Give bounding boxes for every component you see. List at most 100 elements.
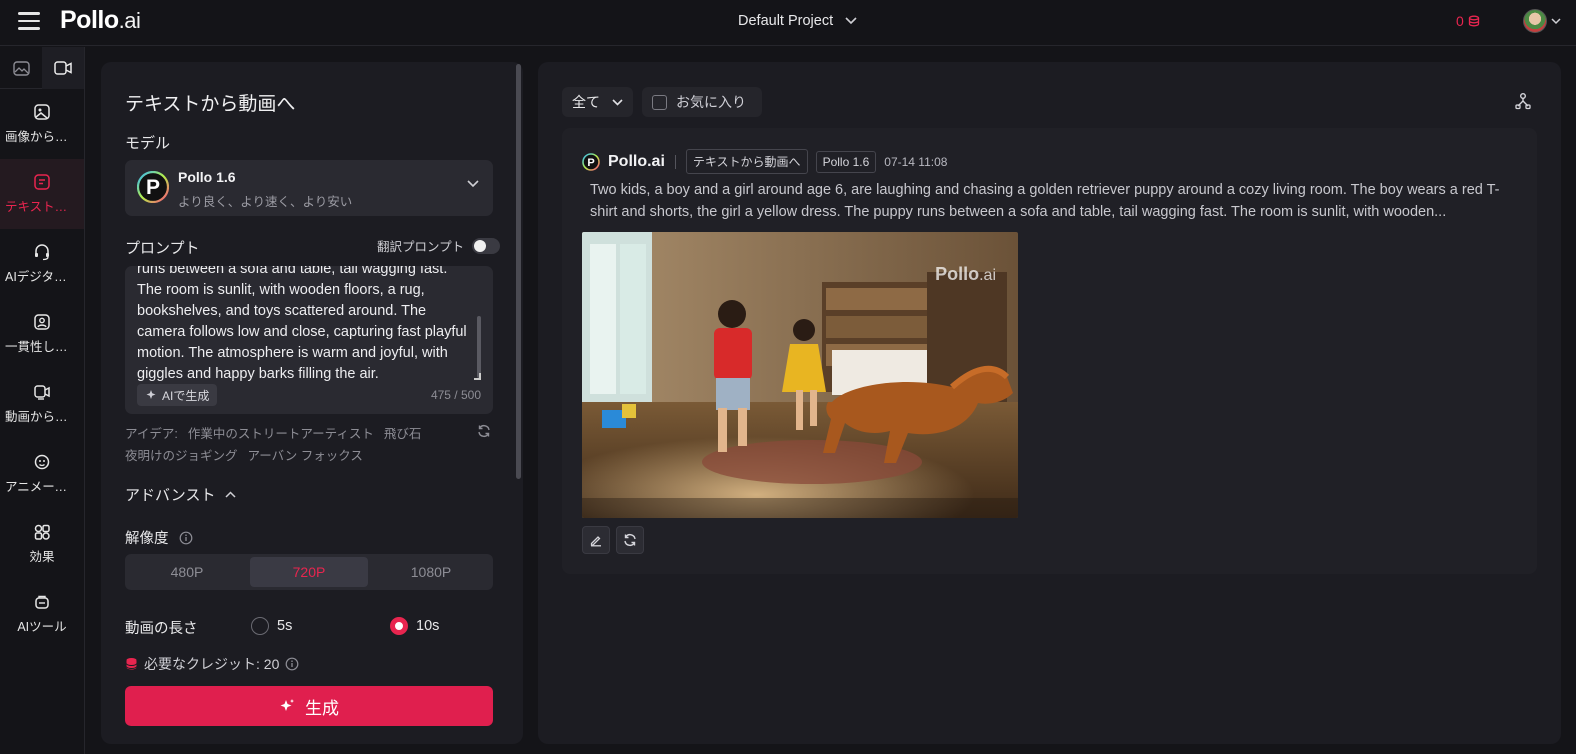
tab-video[interactable] xyxy=(42,47,84,89)
filter-dropdown[interactable]: 全て xyxy=(562,87,633,117)
app-logo[interactable]: Pollo.ai xyxy=(60,6,141,35)
watermark: Pollo.ai xyxy=(935,264,996,285)
translate-toggle[interactable] xyxy=(472,237,501,254)
coin-icon xyxy=(1468,15,1479,27)
sidebar-item-digital-human[interactable]: AIデジタルヒューマン xyxy=(0,229,84,299)
avatar xyxy=(1523,9,1547,33)
sidebar-item-label: 一貫性した動画 xyxy=(5,340,79,354)
card-brand: Pollo.ai xyxy=(608,152,665,170)
resolution-1080p[interactable]: 1080P xyxy=(372,557,490,587)
watermark-text: Pollo xyxy=(935,264,980,284)
duration-10s-radio[interactable]: 10s xyxy=(390,617,439,635)
sidebar-item-consistent-video[interactable]: 一貫性した動画 xyxy=(0,299,84,369)
info-icon[interactable] xyxy=(179,531,193,545)
chevron-down-icon xyxy=(612,98,623,106)
project-selector[interactable]: Default Project xyxy=(738,13,857,29)
idea-chip[interactable]: 作業中のストリートアーティスト xyxy=(188,427,374,441)
model-selector[interactable]: P Pollo 1.6 より良く、より速く、より安い xyxy=(125,160,493,216)
chevron-down-icon xyxy=(845,17,857,25)
favorites-filter[interactable]: お気に入り xyxy=(642,87,762,117)
user-menu[interactable] xyxy=(1523,9,1561,33)
result-card: P Pollo.ai テキストから動画へ Pollo 1.6 07-14 11:… xyxy=(562,128,1537,574)
model-name: Pollo 1.6 xyxy=(178,169,236,185)
sparkle-icon xyxy=(146,390,156,399)
credit-text: 必要なクレジット: 20 xyxy=(144,656,280,672)
resolution-selector: 480P 720P 1080P xyxy=(125,554,493,590)
logo-text: Pollo xyxy=(60,6,119,34)
edit-button[interactable] xyxy=(582,526,610,554)
duration-5s-radio[interactable]: 5s xyxy=(251,617,292,635)
credits-badge[interactable]: 0 xyxy=(1456,13,1480,29)
idea-chip[interactable]: 飛び石 xyxy=(384,427,422,441)
generate-button[interactable]: 生成 xyxy=(125,686,493,726)
image-icon xyxy=(12,60,30,76)
sidebar-item-label: 画像から動画へ xyxy=(5,130,79,144)
card-header: P Pollo.ai テキストから動画へ Pollo 1.6 07-14 11:… xyxy=(582,149,947,174)
resolution-heading: 解像度 xyxy=(125,527,193,548)
duration-label: 動画の長さ xyxy=(125,621,198,637)
favorites-checkbox[interactable] xyxy=(652,94,667,110)
sidebar-item-text-to-video[interactable]: テキストから動画へ xyxy=(0,159,84,229)
svg-text:P: P xyxy=(146,176,160,199)
sidebar-item-animation[interactable]: アニメーション xyxy=(0,439,84,509)
translate-label: 翻訳プロンプト xyxy=(377,240,465,254)
resize-handle[interactable] xyxy=(474,373,481,380)
generate-label: 生成 xyxy=(305,698,339,718)
refresh-icon[interactable] xyxy=(477,424,491,438)
idea-chip[interactable]: アーバン フォックス xyxy=(248,449,363,463)
menu-icon[interactable] xyxy=(18,12,40,30)
prompt-input[interactable]: runs between a sofa and table, tail wagg… xyxy=(125,266,493,414)
mode-tag: テキストから動画へ xyxy=(685,149,808,174)
advanced-toggle[interactable]: アドバンスト xyxy=(125,484,236,505)
sidebar-item-ai-tools[interactable]: AIツール xyxy=(0,579,84,649)
translate-prompt: 翻訳プロンプト xyxy=(377,236,501,255)
sidebar-item-effects[interactable]: 効果 xyxy=(0,509,84,579)
prompt-scrollbar[interactable] xyxy=(477,316,481,378)
share-icon[interactable] xyxy=(1514,92,1532,110)
resolution-480p[interactable]: 480P xyxy=(128,557,246,587)
chevron-down-icon xyxy=(1551,17,1561,24)
sidebar-item-image-to-video[interactable]: 画像から動画へ xyxy=(0,89,84,159)
digital-human-icon xyxy=(35,244,49,261)
left-nav: 画像から動画へ テキストから動画へ AIデジタルヒューマン 一貫性した動画 動画… xyxy=(0,47,85,754)
radio-indicator xyxy=(390,617,408,635)
sidebar-item-video-to-video[interactable]: 動画から動画へ xyxy=(0,369,84,439)
top-bar: Pollo.ai Default Project 0 xyxy=(0,0,1576,46)
model-label: モデル xyxy=(125,135,171,152)
sidebar-item-label: AIツール xyxy=(17,620,67,634)
panel-scrollbar[interactable] xyxy=(516,64,521,479)
regenerate-button[interactable] xyxy=(616,526,644,554)
video-to-video-icon xyxy=(34,385,50,400)
sidebar-item-label: 効果 xyxy=(29,550,55,564)
ai-generate-button[interactable]: AIで生成 xyxy=(137,384,218,406)
credit-requirement: 必要なクレジット: 20 xyxy=(125,654,299,674)
ai-generate-label: AIで生成 xyxy=(162,388,210,403)
radio-indicator xyxy=(251,617,269,635)
duration-option-label: 10s xyxy=(416,618,440,634)
project-name: Default Project xyxy=(738,13,834,29)
chevron-down-icon xyxy=(467,180,479,188)
info-icon[interactable] xyxy=(285,657,299,671)
consistent-video-icon xyxy=(34,314,50,330)
prompt-text: runs between a sofa and table, tail wagg… xyxy=(137,266,467,382)
filter-value: 全て xyxy=(572,94,600,110)
video-preview[interactable]: Pollo.ai xyxy=(582,232,1018,518)
image-to-video-icon xyxy=(34,104,50,120)
duration-option-label: 5s xyxy=(277,618,293,634)
model-tag: Pollo 1.6 xyxy=(815,150,877,173)
favorites-label: お気に入り xyxy=(676,94,746,110)
sparkle-icon xyxy=(280,699,294,711)
tab-image[interactable] xyxy=(0,47,42,89)
regenerate-icon xyxy=(624,533,636,547)
sidebar-item-label: テキストから動画へ xyxy=(5,200,79,214)
svg-text:P: P xyxy=(587,157,594,169)
advanced-label: アドバンスト xyxy=(125,487,216,504)
resolution-label: 解像度 xyxy=(125,531,169,547)
logo-suffix: .ai xyxy=(118,8,141,33)
pollo-logo-icon: P xyxy=(582,152,600,171)
pollo-logo-icon: P xyxy=(137,171,169,203)
edit-icon xyxy=(590,536,601,547)
resolution-720p[interactable]: 720P xyxy=(250,557,368,587)
idea-chip[interactable]: 夜明けのジョギング xyxy=(125,449,238,463)
ai-tools-icon xyxy=(35,595,49,609)
